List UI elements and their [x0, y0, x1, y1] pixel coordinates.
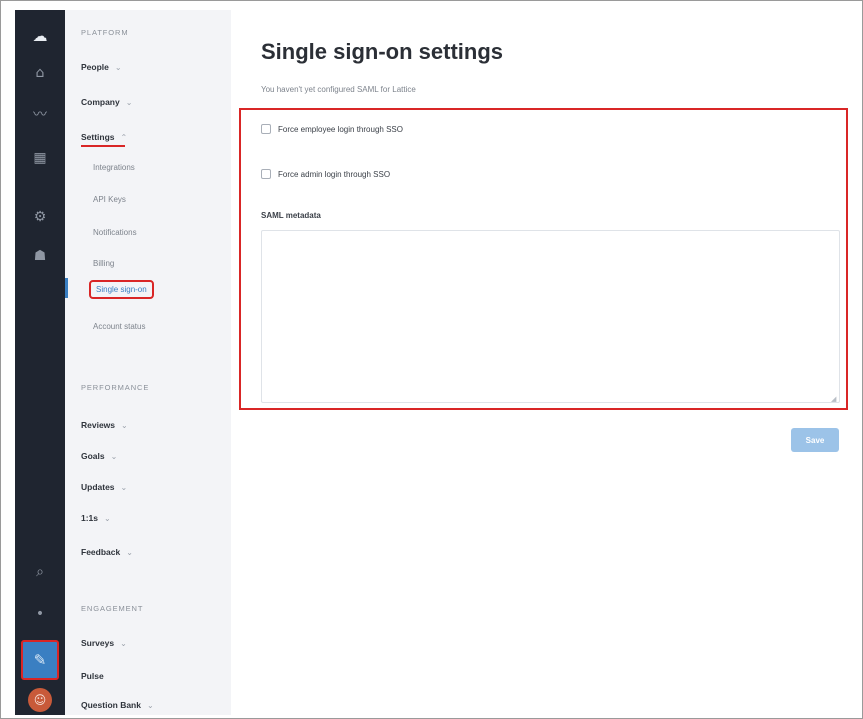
sidebar-item-label: Surveys	[81, 638, 115, 648]
page-title: Single sign-on settings	[261, 39, 504, 64]
chevron-down-icon: ⌄	[120, 638, 127, 648]
sidebar-item-label: Company	[81, 97, 120, 107]
sidebar-item-billing[interactable]: Billing	[93, 259, 114, 268]
force-admin-sso-label: Force admin login through SSO	[278, 169, 391, 179]
cloud-icon[interactable]: ☁	[15, 22, 65, 50]
sidebar-item-surveys[interactable]: Surveys ⌄	[81, 638, 127, 648]
saml-metadata-label: SAML metadata	[261, 211, 321, 220]
chevron-down-icon: ⌄	[114, 62, 122, 72]
trend-icon[interactable]: 〰	[15, 100, 65, 128]
sidebar-item-updates[interactable]: Updates ⌄	[81, 482, 127, 492]
sidebar-item-label: Feedback	[81, 547, 121, 557]
icon-rail: ☁ ⌂ 〰 ▦ ⚙ ☗ ⌕ • ✎ ☺	[15, 10, 65, 715]
search-icon[interactable]: ⌕	[15, 558, 65, 586]
section-heading-engagement: ENGAGEMENT	[81, 604, 144, 613]
sidebar-item-account-status[interactable]: Account status	[93, 322, 145, 331]
sidebar-item-label: Updates	[81, 482, 115, 492]
person-icon[interactable]: ☗	[15, 242, 65, 270]
chevron-down-icon: ⌄	[125, 97, 133, 107]
page-subtitle: You haven't yet configured SAML for Latt…	[261, 85, 416, 94]
sidebar-item-pulse[interactable]: Pulse	[81, 671, 104, 681]
save-button[interactable]: Save	[791, 428, 839, 452]
chevron-down-icon: ⌄	[126, 547, 133, 557]
sidebar-item-label: Question Bank	[81, 700, 141, 710]
sidebar-item-feedback[interactable]: Feedback ⌄	[81, 547, 133, 557]
sidebar-item-people[interactable]: People ⌄	[81, 62, 122, 72]
sidebar-item-goals[interactable]: Goals ⌄	[81, 451, 117, 461]
pin-icon[interactable]: •	[15, 600, 65, 628]
active-indicator	[65, 278, 68, 298]
grid-icon[interactable]: ▦	[15, 144, 65, 172]
sidebar-item-label: Goals	[81, 451, 105, 461]
sidebar-item-question-bank[interactable]: Question Bank ⌄	[81, 700, 154, 710]
force-employee-sso-label: Force employee login through SSO	[278, 124, 403, 134]
sidebar-item-reviews[interactable]: Reviews ⌄	[81, 420, 128, 430]
sidebar-item-label: Pulse	[81, 671, 104, 681]
sidebar-item-api-keys[interactable]: API Keys	[93, 195, 126, 204]
sidebar-item-label: 1:1s	[81, 513, 99, 523]
sidebar-item-label: People	[81, 62, 109, 72]
force-admin-sso-row[interactable]: Force admin login through SSO	[261, 169, 390, 179]
avatar[interactable]: ☺	[28, 688, 52, 712]
sidebar-item-one-on-ones[interactable]: 1:1s ⌄	[81, 513, 111, 523]
sidebar-item-settings[interactable]: Settings ⌃	[81, 132, 127, 142]
sidebar-item-label: Settings	[81, 132, 115, 142]
sidebar-item-notifications[interactable]: Notifications	[93, 228, 137, 237]
chevron-down-icon: ⌄	[146, 700, 154, 710]
app-window: ☁ ⌂ 〰 ▦ ⚙ ☗ ⌕ • ✎ ☺ PLATFORM People ⌄ Co…	[0, 0, 863, 719]
sidebar-item-company[interactable]: Company ⌄	[81, 97, 132, 107]
chevron-down-icon: ⌄	[104, 513, 111, 523]
settings-sidebar: PLATFORM People ⌄ Company ⌄ Settings ⌃ I…	[65, 10, 231, 715]
gear-icon[interactable]: ⚙	[15, 203, 65, 231]
sidebar-item-integrations[interactable]: Integrations	[93, 163, 135, 172]
sidebar-item-single-sign-on[interactable]: Single sign-on	[89, 280, 154, 299]
chevron-down-icon: ⌄	[121, 420, 128, 430]
chevron-down-icon: ⌄	[120, 482, 128, 492]
org-icon[interactable]: ⌂	[15, 59, 65, 87]
chevron-down-icon: ⌄	[110, 451, 118, 461]
section-heading-performance: PERFORMANCE	[81, 383, 150, 392]
settings-underline	[81, 145, 125, 147]
saml-metadata-field[interactable]	[261, 230, 840, 403]
force-admin-sso-checkbox[interactable]	[261, 169, 271, 179]
sidebar-item-label: Reviews	[81, 420, 116, 430]
force-employee-sso-checkbox[interactable]	[261, 124, 271, 134]
section-heading-platform: PLATFORM	[81, 28, 129, 37]
apps-icon[interactable]: ✎	[21, 640, 59, 680]
resize-handle-icon[interactable]: ◢	[831, 395, 836, 403]
force-employee-sso-row[interactable]: Force employee login through SSO	[261, 124, 403, 134]
chevron-up-icon: ⌃	[120, 132, 128, 142]
